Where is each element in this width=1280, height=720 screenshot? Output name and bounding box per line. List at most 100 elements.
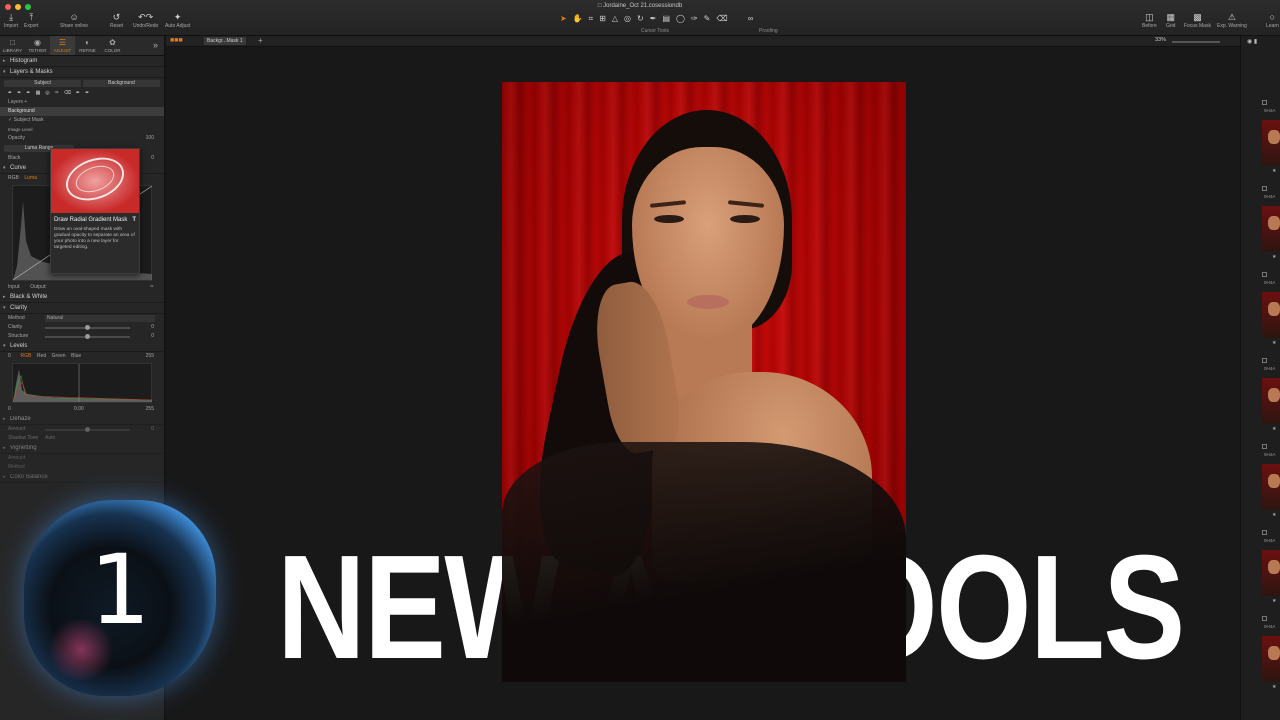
thumbnail-filename: 0H4A	[1264, 624, 1276, 629]
thumbnail-checkbox[interactable]	[1262, 100, 1267, 105]
thumbnail-checkbox[interactable]	[1262, 530, 1267, 535]
eraser-tool-icon[interactable]: ⌫	[716, 14, 727, 24]
background-mask-button[interactable]: Background	[83, 80, 160, 87]
filmstrip-thumbnail[interactable]	[1262, 378, 1280, 424]
levels-graph[interactable]	[12, 363, 153, 403]
focus-mask-button[interactable]: ▩ Focus Mask	[1184, 12, 1211, 29]
tab-refine[interactable]: ◐ REFINE	[75, 36, 100, 55]
levels-green-tab[interactable]: Green	[52, 353, 66, 359]
photo-eye-left	[654, 215, 684, 223]
section-dehaze[interactable]: Dehaze	[0, 414, 164, 425]
portrait-photo[interactable]	[502, 82, 906, 682]
thumbnail-checkbox[interactable]	[1262, 616, 1267, 621]
spot-tool-icon[interactable]: ◎	[624, 14, 631, 24]
layer-row-background[interactable]: Background	[0, 107, 164, 116]
star-rating-icon[interactable]: ★	[1272, 168, 1276, 174]
star-rating-icon[interactable]: ★	[1272, 684, 1276, 690]
mask-brush-icon[interactable]: ✒	[650, 14, 657, 24]
pan-tool-icon[interactable]: ✋	[573, 14, 583, 24]
filmstrip-thumbnail[interactable]	[1262, 120, 1280, 166]
star-rating-icon[interactable]: ★	[1272, 254, 1276, 260]
subject-mask-button[interactable]: Subject	[4, 80, 81, 87]
filmstrip-thumbnail[interactable]	[1262, 464, 1280, 510]
zoom-level[interactable]: 33%	[1155, 37, 1166, 43]
levels-red-tab[interactable]: Red	[37, 353, 46, 359]
exposure-warning-button[interactable]: ⚠ Exp. Warning	[1217, 12, 1247, 29]
levels-blue-tab[interactable]: Blue	[71, 353, 81, 359]
star-rating-icon[interactable]: ★	[1272, 426, 1276, 432]
shadow-tone-select[interactable]: Auto	[45, 434, 55, 443]
proofing-glasses-icon[interactable]: ∞	[748, 14, 754, 24]
export-button[interactable]: ⤒ Export	[24, 12, 38, 29]
rotate-tool-icon[interactable]: ↻	[637, 14, 644, 24]
reset-button[interactable]: ↺ Reset	[110, 12, 123, 29]
vignetting-method-row: Method	[8, 464, 25, 470]
thumbnail-checkbox[interactable]	[1262, 272, 1267, 277]
collapse-panel-icon[interactable]: »	[153, 40, 158, 50]
star-rating-icon[interactable]: ★	[1272, 340, 1276, 346]
filmstrip-thumbnail[interactable]	[1262, 550, 1280, 596]
color-picker-icon[interactable]: ✑	[691, 14, 698, 24]
section-color-balance[interactable]: Color Balance	[0, 472, 164, 483]
auto-adjust-button[interactable]: ✦ Auto Adjust	[165, 12, 190, 29]
levels-rgb-tab[interactable]: RGB	[21, 353, 32, 359]
add-layer-viewer-icon[interactable]: +	[258, 36, 263, 45]
add-layer-icon[interactable]: +	[24, 99, 27, 105]
structure-slider-handle[interactable]	[85, 334, 90, 339]
thumbnail-subject	[1268, 388, 1280, 402]
section-clarity[interactable]: Clarity	[0, 303, 164, 314]
tab-color[interactable]: ✿ COLOR	[100, 36, 125, 55]
grid-icon: ▦	[1166, 12, 1175, 22]
clarity-method-select[interactable]: Natural	[45, 315, 155, 322]
filmstrip-thumbnail[interactable]	[1262, 292, 1280, 338]
layer-breadcrumb[interactable]: Backgr...Mask 1	[204, 37, 246, 45]
section-black-white[interactable]: Black & White	[0, 292, 164, 303]
curve-luma-tab[interactable]: Luma	[24, 175, 37, 181]
import-button[interactable]: ⤓ Import	[4, 12, 18, 29]
before-button[interactable]: ◫ Before	[1142, 12, 1157, 29]
levels-channel-row: 0 RGB Red Green Blue 255	[8, 353, 154, 359]
clarity-slider[interactable]	[45, 325, 130, 330]
section-histogram[interactable]: Histogram	[0, 56, 164, 67]
share-online-button[interactable]: ☺ Share online	[60, 12, 88, 29]
structure-slider[interactable]	[45, 334, 130, 339]
undo-redo-button[interactable]: ↶↷ Undo/Redo	[133, 12, 158, 29]
tab-tether[interactable]: ◉ TETHER	[25, 36, 50, 55]
learn-button[interactable]: ○ Learn	[1266, 12, 1279, 29]
layers-header: Layers +	[8, 99, 28, 105]
layer-row-subject-mask[interactable]: ✓ Subject Mask	[0, 116, 164, 125]
cursor-tools-label: Cursor Tools	[641, 28, 669, 34]
star-rating-icon[interactable]: ★	[1272, 512, 1276, 518]
filmstrip-thumbnail[interactable]	[1262, 636, 1280, 682]
thumbnail-checkbox[interactable]	[1262, 444, 1267, 449]
thumbnail-checkbox[interactable]	[1262, 358, 1267, 363]
crop-tool-icon[interactable]: ⌗	[589, 14, 594, 24]
clarity-slider-handle[interactable]	[85, 325, 90, 330]
filmstrip-view-icons[interactable]: ◉ ▮	[1247, 38, 1257, 45]
dehaze-slider-handle[interactable]	[85, 427, 90, 432]
zoom-slider[interactable]	[1172, 41, 1220, 43]
photo-brow-right	[727, 200, 765, 208]
grid-button[interactable]: ▦ Grid	[1166, 12, 1175, 29]
straighten-tool-icon[interactable]: ⊞	[599, 14, 606, 24]
section-vignetting[interactable]: Vignetting	[0, 443, 164, 454]
radial-tool-icon[interactable]: ◯	[676, 14, 685, 24]
thumbnail-checkbox[interactable]	[1262, 186, 1267, 191]
tab-library[interactable]: □ LIBRARY	[0, 36, 25, 55]
layer-row-image-level[interactable]: Image Level	[0, 125, 164, 134]
dehaze-amount-slider[interactable]	[45, 427, 130, 432]
section-layers-masks[interactable]: Layers & Masks	[0, 67, 164, 78]
curve-rgb-tab[interactable]: RGB	[8, 175, 19, 181]
tab-adjust[interactable]: ☰ ADJUST	[50, 36, 75, 55]
annotation-tool-icon[interactable]: ✎	[704, 14, 711, 24]
photo-fabric	[502, 442, 906, 682]
filmstrip-thumbnail[interactable]	[1262, 206, 1280, 252]
keystone-tool-icon[interactable]: △	[612, 14, 618, 24]
section-levels[interactable]: Levels	[0, 341, 164, 352]
mask-tool-row[interactable]: ✒✒✒▦◎✑⌫✒✒	[0, 89, 164, 98]
viewer-mode-icons[interactable]: ■■■	[170, 37, 183, 44]
gradient-tool-icon[interactable]: ▤	[662, 14, 670, 24]
eyedropper-icon[interactable]: ✑	[150, 283, 154, 292]
star-rating-icon[interactable]: ★	[1272, 598, 1276, 604]
select-tool-icon[interactable]: ➤	[560, 14, 567, 24]
